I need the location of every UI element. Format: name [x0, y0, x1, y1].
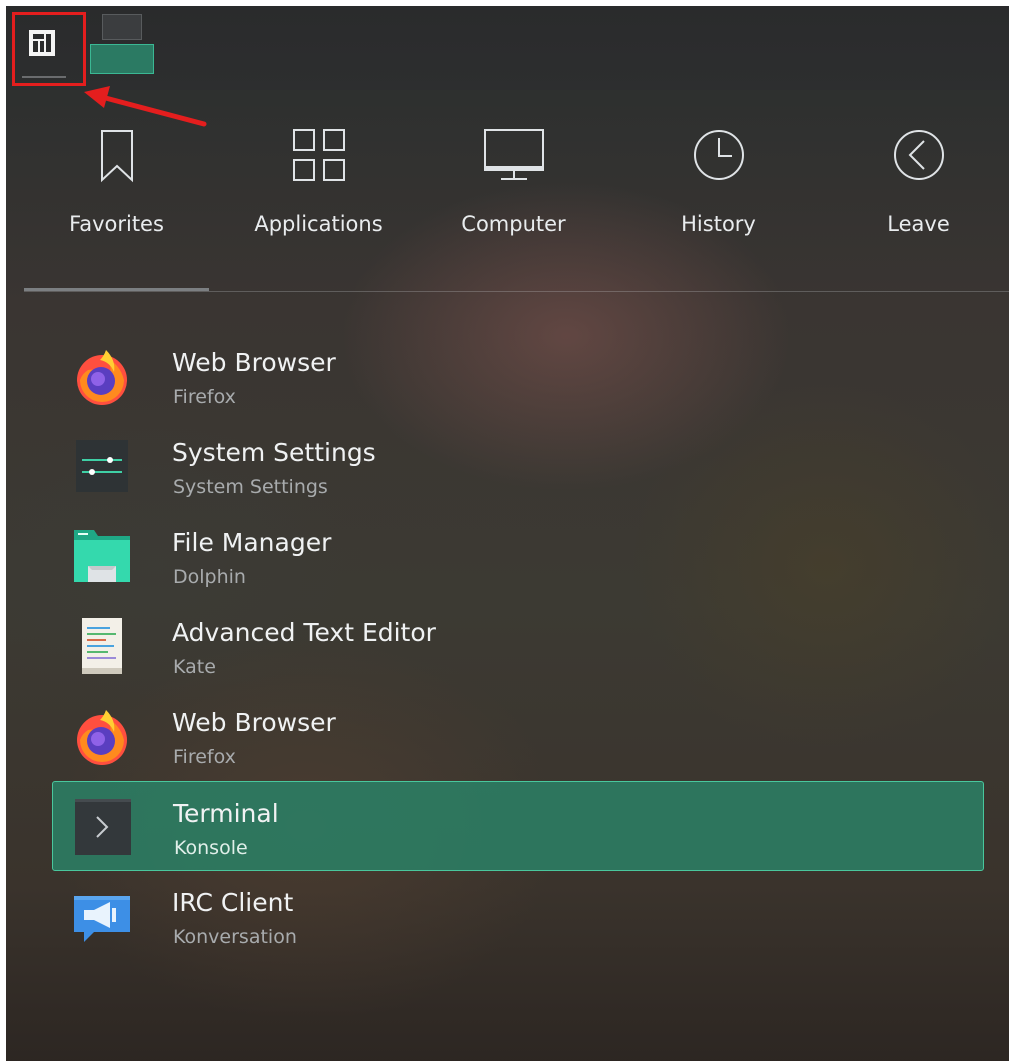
grid-icon: [293, 129, 345, 181]
tab-label: Favorites: [69, 212, 164, 236]
list-item-firefox-2[interactable]: Web Browser Firefox: [52, 691, 984, 781]
application-launcher-button[interactable]: [14, 14, 71, 78]
tab-label: History: [681, 212, 756, 236]
bookmark-icon: [101, 130, 133, 183]
application-launcher-menu: Favorites Applications Computer History …: [6, 6, 1009, 1061]
pager-desktop-1[interactable]: [102, 14, 142, 40]
tab-label: Applications: [254, 212, 383, 236]
item-subtitle: Konversation: [173, 926, 297, 948]
launcher-active-indicator: [22, 76, 66, 78]
virtual-desktop-pager[interactable]: [90, 14, 154, 74]
item-title: Terminal: [173, 799, 279, 828]
tab-label: Computer: [461, 212, 566, 236]
list-item-firefox[interactable]: Web Browser Firefox: [52, 331, 984, 421]
tab-applications[interactable]: Applications: [226, 96, 411, 286]
manjaro-logo-icon: [29, 30, 55, 56]
tab-history[interactable]: History: [626, 96, 811, 286]
list-item-system-settings[interactable]: System Settings System Settings: [52, 421, 984, 511]
terminal-icon: [75, 799, 131, 855]
firefox-icon: [77, 350, 127, 405]
item-subtitle: Firefox: [173, 386, 236, 408]
tab-divider: [24, 291, 1009, 292]
chevron-left-circle-icon: [894, 130, 944, 180]
item-subtitle: Kate: [173, 656, 216, 678]
item-title: System Settings: [172, 438, 376, 467]
monitor-icon: [484, 129, 544, 180]
list-item-file-manager[interactable]: File Manager Dolphin: [52, 511, 984, 601]
list-item-kate[interactable]: Advanced Text Editor Kate: [52, 601, 984, 691]
list-item-terminal[interactable]: Terminal Konsole: [52, 781, 984, 871]
settings-sliders-icon: [76, 440, 128, 492]
launcher-tabs: Favorites Applications Computer History …: [6, 96, 1009, 296]
list-item-irc-client[interactable]: IRC Client Konversation: [52, 871, 984, 961]
text-editor-icon: [82, 618, 122, 674]
item-title: Web Browser: [172, 708, 336, 737]
tab-favorites[interactable]: Favorites: [24, 96, 209, 286]
item-title: Web Browser: [172, 348, 336, 377]
item-title: IRC Client: [172, 888, 294, 917]
item-subtitle: Dolphin: [173, 566, 246, 588]
item-subtitle: System Settings: [173, 476, 328, 498]
tab-leave[interactable]: Leave: [826, 96, 1009, 286]
firefox-icon: [77, 710, 127, 765]
chat-megaphone-icon: [74, 896, 130, 942]
tab-label: Leave: [887, 212, 950, 236]
item-title: File Manager: [172, 528, 332, 557]
item-subtitle: Konsole: [174, 837, 248, 859]
folder-icon: [74, 530, 130, 582]
tab-computer[interactable]: Computer: [421, 96, 606, 286]
item-subtitle: Firefox: [173, 746, 236, 768]
clock-icon: [694, 130, 744, 180]
item-title: Advanced Text Editor: [172, 618, 436, 647]
